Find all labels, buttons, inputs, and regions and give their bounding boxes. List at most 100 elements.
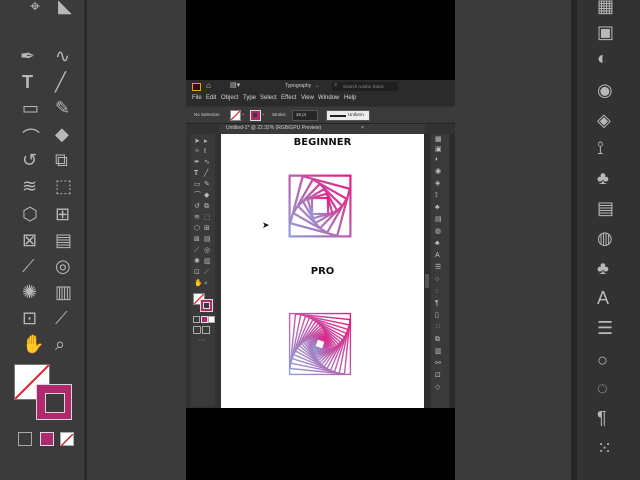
navigator-panel-icon[interactable]: ◌ [435,288,439,296]
free-transform-icon: ⬚ [55,176,73,196]
pro-spiral-square [294,318,346,370]
curvature-tool[interactable]: ∿ [204,159,210,166]
stroke-dropdown-icon[interactable]: ⌄ [261,111,265,117]
transparency-panel-icon[interactable]: ◉ [435,168,441,176]
shaper-icon: ⌒ [22,128,40,148]
none-mode-button[interactable] [208,316,215,323]
paintbrush-tool[interactable]: ✎ [204,181,210,188]
selection-tool[interactable]: ➤ [194,138,200,145]
pathfinder-icon: ⁙ [597,438,613,458]
perspective-grid-tool[interactable]: ⊞ [204,225,210,232]
line-tool[interactable]: ╱ [204,170,208,177]
title-bar: ⌂ ▤▾ Typography ⌄ ⌕ Search Adobe Stock [186,80,455,94]
appearance-panel-icon[interactable]: ◍ [435,228,441,236]
workspace-switcher[interactable]: Typography [285,83,311,89]
color-mode-button[interactable] [193,316,200,323]
pathfinder-panel-icon[interactable]: ⁙ [435,324,441,332]
gradient-panel-icon[interactable]: ◐ [435,156,439,164]
pro-spiral-square [313,337,327,351]
menu-view[interactable]: View [301,95,314,101]
clipboard-panel-icon[interactable]: ▯ [435,312,439,320]
transform-panel-icon[interactable]: ⧉ [435,336,440,344]
opentype-panel-icon[interactable]: ○ [435,276,439,284]
opentype-icon: ○ [597,350,608,370]
layers-icon: ◈ [597,110,611,130]
type-tool[interactable]: T [194,170,198,177]
magic-wand-tool[interactable]: ✧ [194,148,200,155]
menu-type[interactable]: Type [243,95,256,101]
libraries-icon: ⟟ [597,138,604,158]
links-panel-icon[interactable]: ⚯ [435,360,441,368]
libraries-panel-icon[interactable]: ⟟ [435,192,438,200]
free-transform-tool[interactable]: ⬚ [204,214,211,221]
rotate-tool[interactable]: ↺ [194,203,200,210]
screen-mode-icon[interactable] [202,326,210,334]
search-icon: ⌕ [334,82,338,88]
hand-tool[interactable]: ✋ [194,280,203,287]
artboards-panel-icon[interactable]: ⊡ [435,372,441,380]
variable-width-profile[interactable]: Uniform [326,110,370,121]
align-panel-icon[interactable]: ☰ [435,264,441,272]
asset-export-panel-icon[interactable]: ◇ [435,384,440,392]
gradient-mode-icon [40,432,54,446]
stroke-swatch-large [36,384,72,420]
menu-object[interactable]: Object [221,95,238,101]
menu-file[interactable]: File [192,95,202,101]
rectangle-tool[interactable]: ▭ [194,181,201,188]
paragraph-panel-icon[interactable]: ¶ [435,300,439,308]
menu-edit[interactable]: Edit [206,95,216,101]
character-panel-icon[interactable]: A [435,252,440,260]
swatches-panel-icon[interactable]: ▦ [435,136,442,144]
symbols-panel-icon[interactable]: ♣ [435,204,440,212]
properties-panel-icon[interactable]: ▥ [435,348,442,356]
mesh-tool[interactable]: ⊠ [194,236,200,243]
close-tab-icon[interactable]: × [361,125,364,131]
gradient-tool[interactable]: ▤ [204,236,211,243]
stroke-weight-field[interactable]: 26 pt [292,110,318,121]
shaper-tool[interactable]: ⌒ [194,192,201,199]
menu-effect[interactable]: Effect [281,95,296,101]
stock-search-input[interactable]: ⌕ Search Adobe Stock [332,82,398,91]
vertical-scrollbar[interactable] [424,134,430,408]
pro-spiral-artwork[interactable] [221,134,424,408]
lasso-tool[interactable]: ℓ [204,148,206,155]
pen-tool[interactable]: ✒ [194,159,200,166]
scale-icon: ⧉ [55,150,68,170]
document-tab[interactable]: Untitled-1* @ 22.32% (RGB/GPU Preview) × [220,124,425,134]
color-panel-icon[interactable]: ▣ [435,146,442,154]
graphic-styles-panel-icon[interactable]: ▤ [435,216,442,224]
eyedropper-tool[interactable]: ⟋ [194,247,199,254]
scale-tool[interactable]: ⧉ [204,203,209,210]
stroke-color-control[interactable] [250,110,261,121]
stroke-label: Stroke: [272,112,287,117]
layers-panel-icon[interactable]: ◈ [435,180,440,188]
draw-mode-icon[interactable] [193,326,201,334]
menu-window[interactable]: Window [318,95,339,101]
stroke-swatch[interactable] [200,299,213,312]
direct-selection-tool[interactable]: ▸ [204,138,208,145]
width-tool[interactable]: ≋ [194,214,200,221]
blend-tool[interactable]: ◎ [204,247,210,254]
menu-help[interactable]: Help [344,95,356,101]
eraser-tool[interactable]: ◆ [204,192,209,199]
left-divider [84,0,87,480]
fill-color-control[interactable] [230,110,241,121]
symbol-sprayer-tool[interactable]: ✺ [194,258,200,265]
selection-status: No Selection [194,112,220,117]
graph-tool[interactable]: ▥ [204,258,211,265]
fill-dropdown-icon[interactable]: ⌄ [241,111,245,117]
swatches-icon: ▦ [597,0,615,16]
scrollbar-thumb[interactable] [425,274,429,288]
workspace-chevron-icon[interactable]: ⌄ [315,83,319,89]
artboard[interactable]: BEGINNER PRO ➤ [221,134,424,408]
brushes-panel-icon[interactable]: ♣ [435,240,440,248]
gradient-mode-button[interactable] [201,316,208,323]
zoom-tool[interactable]: ⌕ [204,280,208,287]
arrange-documents-icon[interactable]: ▤▾ [230,81,240,89]
shape-builder-tool[interactable]: ⬡ [194,225,200,232]
artboard-tool[interactable]: ⊡ [194,269,200,276]
home-icon[interactable]: ⌂ [206,81,211,90]
edit-toolbar-icon[interactable]: ··· [198,337,205,344]
slice-tool[interactable]: ⟋ [204,269,209,276]
menu-select[interactable]: Select [260,95,277,101]
